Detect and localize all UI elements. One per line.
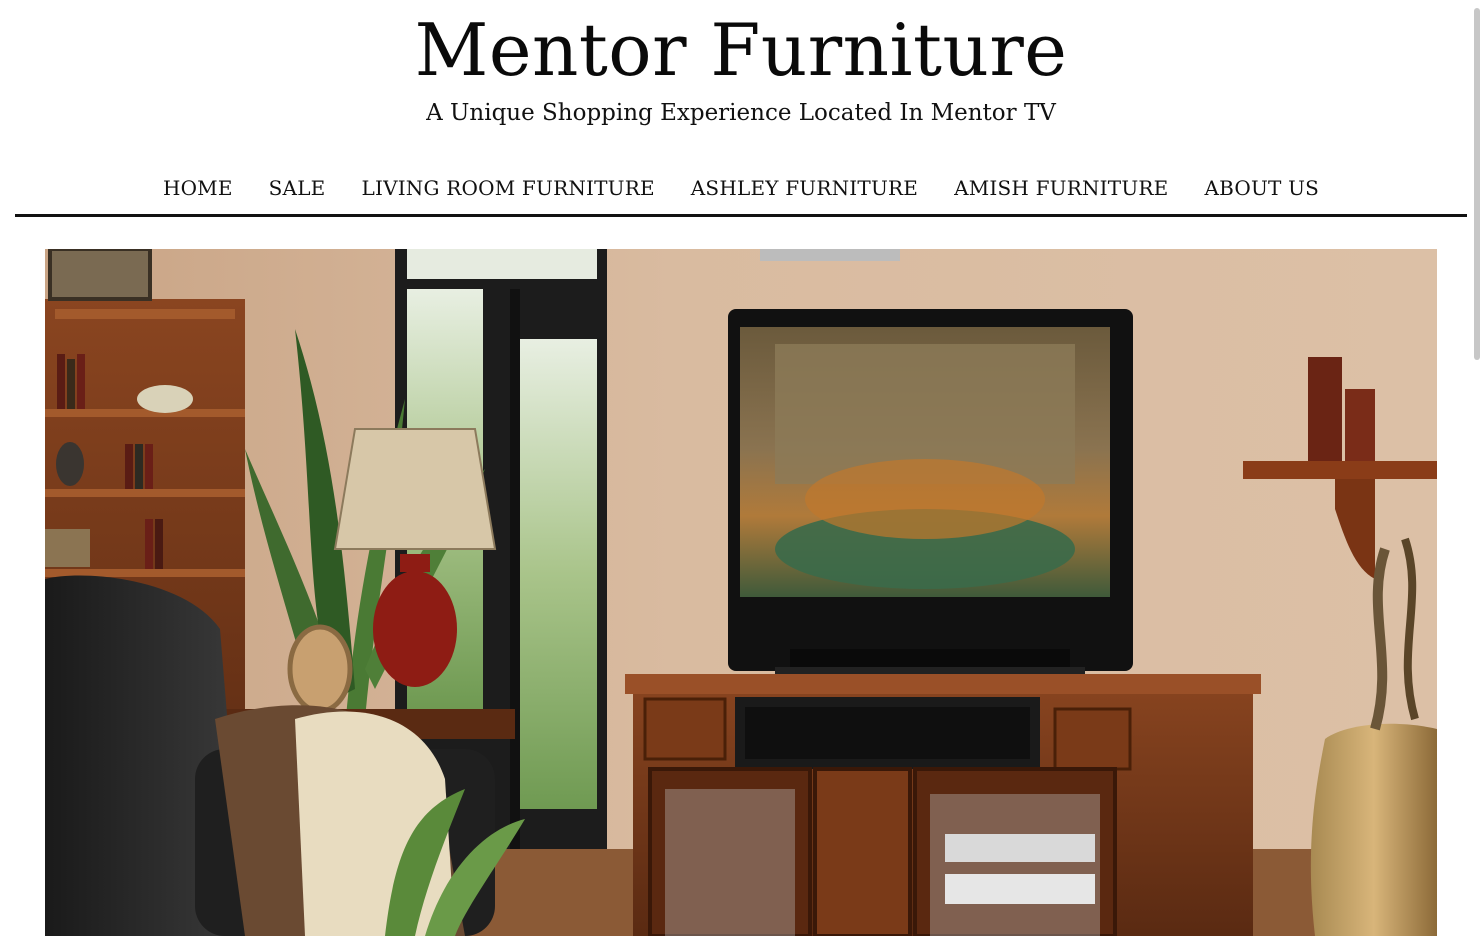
- hero-image: [45, 249, 1437, 936]
- wall-picture: [48, 249, 152, 301]
- flat-screen-tv: [728, 309, 1133, 679]
- nav-item-sale[interactable]: SALE: [269, 168, 326, 208]
- photo-frame: [287, 624, 353, 714]
- site-tagline: A Unique Shopping Experience Located In …: [426, 100, 1056, 126]
- site-title[interactable]: Mentor Furniture: [0, 8, 1482, 92]
- nav-list: HOME SALE LIVING ROOM FURNITURE ASHLEY F…: [15, 168, 1467, 208]
- wall-art: [760, 249, 900, 261]
- main-navigation: HOME SALE LIVING ROOM FURNITURE ASHLEY F…: [15, 168, 1467, 217]
- nav-item-amish-furniture[interactable]: AMISH FURNITURE: [954, 168, 1168, 208]
- nav-item-living-room-furniture[interactable]: LIVING ROOM FURNITURE: [361, 168, 654, 208]
- nav-item-ashley-furniture[interactable]: ASHLEY FURNITURE: [691, 168, 918, 208]
- nav-item-home[interactable]: HOME: [163, 168, 233, 208]
- hero-scene: [45, 249, 1437, 936]
- page-scrollbar[interactable]: [1474, 8, 1480, 360]
- entertainment-center: [625, 674, 1261, 936]
- nav-item-about-us[interactable]: ABOUT US: [1204, 168, 1319, 208]
